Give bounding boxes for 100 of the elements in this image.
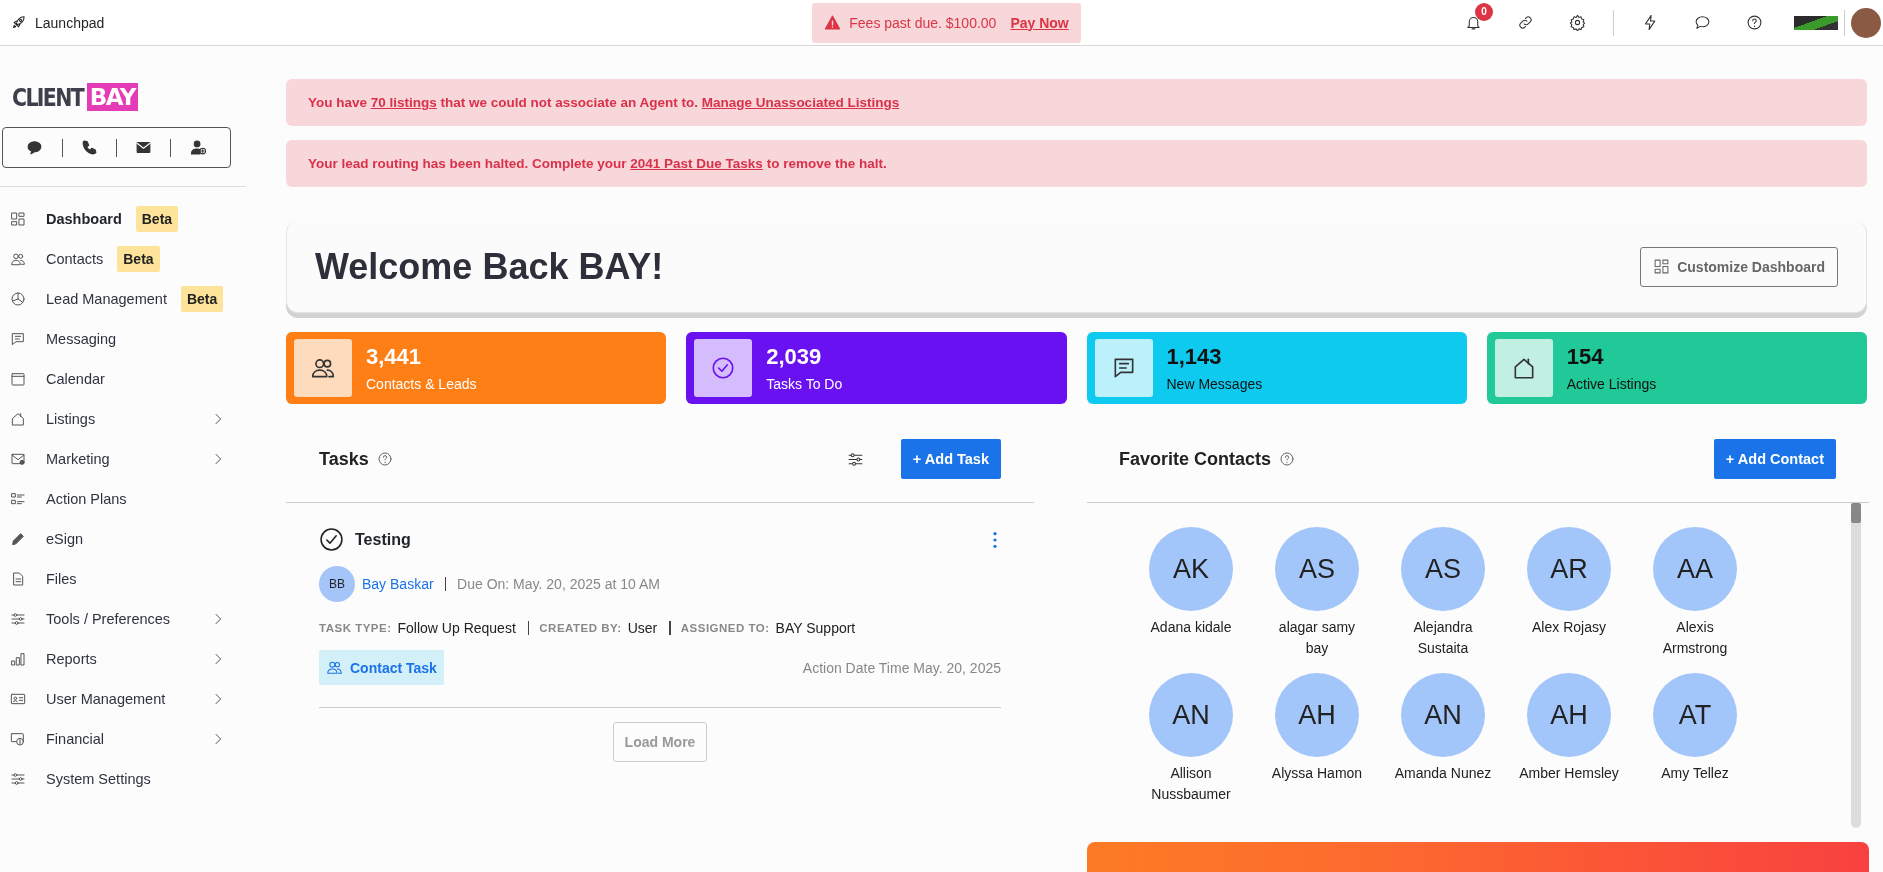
contact-name[interactable]: Alex Rojasy xyxy=(1519,617,1619,638)
task-status-icon[interactable] xyxy=(319,527,344,552)
meta-value: BAY Support xyxy=(775,620,856,636)
beta-badge: Beta xyxy=(180,286,224,312)
contact-name[interactable]: Adana kidale xyxy=(1141,617,1241,638)
grid-icon xyxy=(1653,258,1671,275)
contact-name[interactable]: Alexis Armstrong xyxy=(1645,617,1745,659)
nav-item[interactable]: Marketing xyxy=(0,439,246,479)
money-icon xyxy=(10,731,26,747)
contact-name[interactable]: Alyssa Hamon xyxy=(1267,763,1367,784)
add-user-icon xyxy=(189,139,207,156)
chat-bubble-icon xyxy=(1693,14,1711,31)
nav-item[interactable]: Dashboard Beta xyxy=(0,199,246,239)
nav-item[interactable]: eSign xyxy=(0,519,246,559)
stat-value: 154 xyxy=(1566,344,1605,370)
nav-item[interactable]: User Management xyxy=(0,679,246,719)
grid-icon xyxy=(10,211,26,227)
calendar-icon xyxy=(10,371,26,387)
nav-item[interactable]: Files xyxy=(0,559,246,599)
welcome-title: Welcome Back BAY! xyxy=(315,245,664,288)
vertical-dots-icon xyxy=(992,530,998,549)
alert-link[interactable]: Manage Unassociated Listings xyxy=(701,95,900,110)
contact-avatar[interactable]: AT xyxy=(1653,673,1737,757)
stat-value: 1,143 xyxy=(1166,344,1223,370)
mail-icon xyxy=(135,139,153,156)
contact-avatar[interactable]: AR xyxy=(1527,527,1611,611)
contact-avatar[interactable]: AS xyxy=(1275,527,1359,611)
nav-item[interactable]: Listings xyxy=(0,399,246,439)
alert-message: Your lead routing has been halted. Complete your 2041 Past Due Tasks to remove the halt. xyxy=(308,156,887,171)
notice-text: Fees past due. $100.00 xyxy=(849,14,997,31)
contact-name[interactable]: Alejandra Sustaita xyxy=(1393,617,1493,659)
help-icon xyxy=(1745,14,1763,31)
contact-avatar[interactable]: AK xyxy=(1149,527,1233,611)
stat-value: 3,441 xyxy=(366,344,423,370)
bar-chart-icon xyxy=(10,651,26,667)
nav-item[interactable]: System Settings xyxy=(0,759,246,799)
settings-icon xyxy=(1568,14,1586,31)
customize-dashboard-button[interactable]: Customize Dashboard xyxy=(1640,246,1838,287)
file-icon xyxy=(10,571,26,587)
action-date: Action Date Time May. 20, 2025 xyxy=(802,659,1001,676)
contact-name[interactable]: alagar samy bay xyxy=(1267,617,1367,659)
contact-avatar[interactable]: AN xyxy=(1401,673,1485,757)
contact-avatar[interactable]: AN xyxy=(1149,673,1233,757)
checklist-icon xyxy=(10,491,26,507)
due-date: Due On: May. 20, 2025 at 10 AM xyxy=(457,576,660,592)
add-contact-button[interactable]: + Add Contact xyxy=(1713,439,1836,479)
people-icon xyxy=(10,251,26,267)
beta-badge: Beta xyxy=(135,206,179,232)
meta-value: Follow Up Request xyxy=(397,620,516,636)
chat-icon xyxy=(26,139,44,156)
sliders-icon xyxy=(10,771,26,787)
contact-avatar[interactable]: AS xyxy=(1401,527,1485,611)
sliders-icon xyxy=(10,611,26,627)
meta-label: TASK TYPE: xyxy=(319,622,392,634)
stat-label: New Messages xyxy=(1166,376,1263,392)
contact-name[interactable]: Amber Hemsley xyxy=(1519,763,1619,784)
task-type-tag: Contact Task xyxy=(319,650,444,685)
add-task-button[interactable]: + Add Task xyxy=(900,439,1001,479)
user-avatar[interactable] xyxy=(1851,7,1881,38)
id-card-icon xyxy=(10,691,26,707)
contact-avatar[interactable]: AH xyxy=(1527,673,1611,757)
stat-label: Active Listings xyxy=(1566,376,1657,392)
company-logo xyxy=(1794,15,1838,30)
contact-name[interactable]: Amy Tellez xyxy=(1645,763,1745,784)
contact-name[interactable]: Allison Nussbaumer xyxy=(1141,763,1241,805)
task-title: Testing xyxy=(355,530,411,549)
meta-value: User xyxy=(627,620,658,636)
warning-icon xyxy=(824,14,842,31)
alert-message: You have 70 listings that we could not associate an Agent to. Manage Unassociated Listings xyxy=(308,95,900,110)
panel-title: Tasks xyxy=(319,448,369,470)
nav-item[interactable]: Reports xyxy=(0,639,246,679)
mail-icon xyxy=(10,451,26,467)
notifications-button[interactable]: 0 xyxy=(1447,2,1499,43)
logo-badge: BAY xyxy=(86,83,138,111)
launchpad-button[interactable]: Launchpad xyxy=(10,14,105,31)
phone-icon xyxy=(80,139,98,156)
contact-name[interactable]: Amanda Nunez xyxy=(1393,763,1493,784)
nav-item[interactable]: Contacts Beta xyxy=(0,239,246,279)
meta-label: ASSIGNED TO: xyxy=(680,622,770,634)
contact-link[interactable]: Bay Baskar xyxy=(362,576,434,592)
scrollbar[interactable] xyxy=(1851,503,1861,828)
avatar-initials: BB xyxy=(319,566,355,602)
sliders-icon xyxy=(847,450,865,468)
panel-title: Favorite Contacts xyxy=(1119,448,1272,470)
alert-link[interactable]: 2041 Past Due Tasks xyxy=(630,156,763,171)
nav-item[interactable]: Action Plans xyxy=(0,479,246,519)
nav-item[interactable]: Tools / Preferences xyxy=(0,599,246,639)
contact-avatar[interactable]: AH xyxy=(1275,673,1359,757)
alert-link[interactable]: 70 listings xyxy=(370,95,437,110)
nav-item[interactable]: Messaging xyxy=(0,319,246,359)
nav-item[interactable]: Lead Management Beta xyxy=(0,279,246,319)
link-icon xyxy=(1516,14,1534,31)
stat-value: 2,039 xyxy=(766,344,823,370)
nav-item[interactable]: Financial xyxy=(0,719,246,759)
stat-label: Tasks To Do xyxy=(766,376,843,392)
rocket-icon xyxy=(10,14,27,31)
pie-chart-icon xyxy=(10,291,26,307)
nav-item[interactable]: Calendar xyxy=(0,359,246,399)
notification-count: 0 xyxy=(1475,2,1493,21)
contact-avatar[interactable]: AA xyxy=(1653,527,1737,611)
